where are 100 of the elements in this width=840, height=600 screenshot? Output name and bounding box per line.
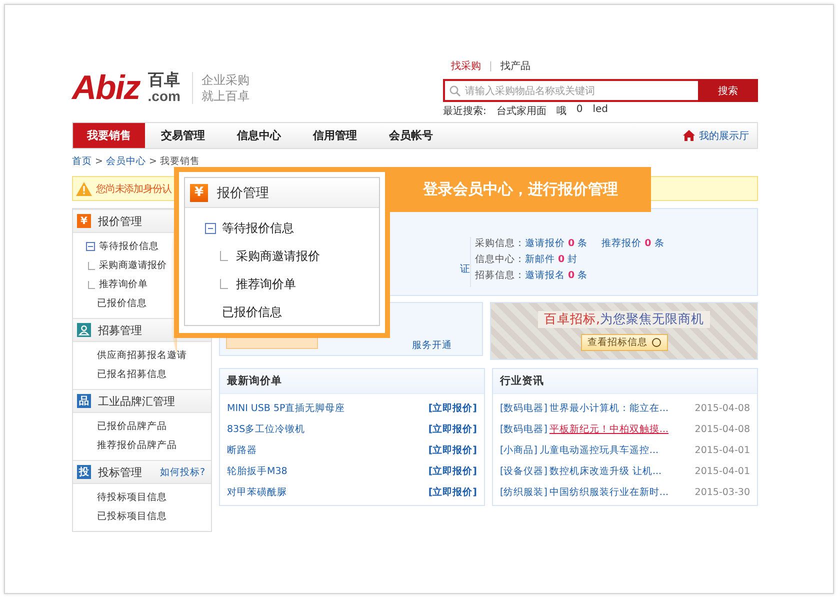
- menu-item[interactable]: 等待报价信息: [99, 240, 159, 253]
- menu-item[interactable]: 推荐询价单: [99, 278, 148, 291]
- tree-line-icon: [88, 262, 95, 270]
- news-category[interactable]: [小商品]: [500, 445, 538, 456]
- quote-link[interactable]: [立即报价]: [428, 423, 477, 436]
- stat-unit: 条: [578, 270, 588, 281]
- menu-item[interactable]: 推荐报价品牌产品: [97, 439, 177, 452]
- news-link[interactable]: 中国纺织服装行业在新时...: [549, 487, 668, 498]
- inquiry-link[interactable]: 83S多工位冷镦机: [227, 423, 306, 436]
- yen-icon: ¥: [190, 184, 208, 202]
- recent-search-link[interactable]: 哦: [556, 104, 566, 118]
- stat-link[interactable]: 邀请报名: [525, 270, 565, 281]
- stat-link[interactable]: 邀请报价: [525, 238, 565, 249]
- tree-line-icon: [88, 280, 95, 288]
- nav-tab[interactable]: 交易管理: [145, 123, 221, 148]
- quote-link[interactable]: [立即报价]: [428, 486, 477, 499]
- breadcrumb-separator: >: [148, 156, 157, 168]
- breadcrumb-current: 我要销售: [160, 156, 200, 168]
- search-tab[interactable]: 找产品: [500, 59, 530, 73]
- inquiry-link[interactable]: 对甲苯磺酰脲: [227, 486, 287, 499]
- stat-unit: 条: [578, 238, 588, 249]
- logo-name: 百卓: [148, 72, 180, 88]
- news-category[interactable]: [设备仪器]: [500, 466, 548, 477]
- collapse-icon[interactable]: [86, 242, 95, 251]
- menu-item[interactable]: 等待报价信息: [222, 220, 294, 236]
- search-icon: [449, 84, 461, 96]
- menu-item[interactable]: 采购商邀请报价: [236, 248, 320, 264]
- recent-search-link[interactable]: led: [592, 104, 608, 118]
- warning-text: 您尚未添加身份认: [96, 182, 172, 196]
- verification-link[interactable]: 证: [460, 262, 470, 276]
- view-tenders-button[interactable]: 查看招标信息: [580, 334, 668, 351]
- news-link[interactable]: 数控机床改造升级 让机...: [549, 466, 662, 477]
- stat-link[interactable]: 新邮件: [525, 254, 555, 265]
- section-title[interactable]: 工业品牌汇管理: [98, 394, 175, 408]
- nav-tab[interactable]: 我要销售: [73, 123, 145, 148]
- panel-title: 行业资讯: [500, 374, 544, 388]
- quote-link[interactable]: [立即报价]: [428, 444, 477, 457]
- panel-title: 最新询价单: [227, 374, 282, 388]
- breadcrumb-link[interactable]: 首页: [72, 156, 92, 168]
- news-category[interactable]: [纺织服装]: [500, 487, 548, 498]
- inquiry-link[interactable]: 轮胎扳手M38: [227, 465, 288, 478]
- breadcrumb-link[interactable]: 会员中心: [106, 156, 146, 168]
- stat-count: 0: [568, 270, 575, 281]
- section-icon: 投: [77, 465, 91, 479]
- tree-line-icon: [220, 279, 228, 289]
- inquiry-link[interactable]: 断路器: [227, 444, 257, 457]
- stat-count: 0: [644, 238, 652, 249]
- news-date: 2015-03-30: [694, 487, 750, 498]
- menu-item[interactable]: 供应商招募报名邀请: [97, 349, 187, 362]
- news-category[interactable]: [数码电器]: [500, 403, 548, 414]
- menu-item[interactable]: 待投标项目信息: [97, 491, 167, 504]
- menu-item[interactable]: 已报价品牌产品: [97, 420, 167, 433]
- help-link[interactable]: 如何投标?: [160, 466, 205, 478]
- recent-search-link[interactable]: 0: [576, 104, 583, 118]
- slogan-text: 企业采购: [201, 72, 250, 88]
- section-title[interactable]: 招募管理: [98, 322, 142, 338]
- search-tab[interactable]: 找采购: [451, 59, 481, 73]
- news-category[interactable]: [数码电器]: [500, 424, 548, 435]
- news-link[interactable]: 儿童电动遥控玩具车遥控...: [539, 445, 658, 456]
- service-link[interactable]: 服务开通: [412, 339, 452, 352]
- callout-banner: 登录会员中心，进行报价管理: [390, 167, 651, 212]
- stat-unit: 条: [654, 238, 664, 249]
- stat-unit: 封: [568, 254, 578, 265]
- menu-item[interactable]: 已报价信息: [222, 304, 282, 320]
- stat-link[interactable]: 推荐报价: [602, 238, 642, 249]
- news-link[interactable]: 平板新纪元！中柏双触摸...: [549, 424, 668, 435]
- recent-search-link[interactable]: 台式家用面: [496, 104, 546, 118]
- breadcrumb-separator: >: [95, 156, 103, 168]
- menu-item[interactable]: 已投标项目信息: [97, 510, 167, 523]
- logo-domain: .com: [148, 88, 180, 104]
- menu-item[interactable]: 已报价信息: [97, 297, 147, 310]
- nav-tab[interactable]: 信用管理: [297, 123, 373, 148]
- recent-search-label: 最近搜索:: [443, 104, 486, 118]
- stat-label: 信息中心：: [475, 253, 525, 266]
- news-date: 2015-04-08: [694, 424, 750, 435]
- quote-link[interactable]: [立即报价]: [428, 465, 477, 478]
- callout-title: 报价管理: [217, 184, 269, 202]
- collapse-icon[interactable]: [205, 222, 216, 234]
- stat-label: 招募信息：: [475, 269, 525, 282]
- section-title[interactable]: 报价管理: [98, 214, 142, 228]
- section-icon: ¥: [77, 214, 91, 228]
- inquiry-link[interactable]: MINI USB 5P直插无脚母座: [227, 402, 346, 415]
- menu-item[interactable]: 已报名招募信息: [97, 368, 167, 381]
- stat-count: 0: [568, 238, 575, 249]
- section-title[interactable]: 投标管理: [98, 464, 142, 480]
- menu-item[interactable]: 采购商邀请报价: [99, 259, 167, 272]
- tree-line-icon: [220, 251, 228, 261]
- nav-tab[interactable]: 信息中心: [221, 123, 297, 148]
- stat-count: 0: [558, 254, 565, 265]
- menu-item[interactable]: 推荐询价单: [236, 276, 296, 292]
- nav-tab[interactable]: 会员帐号: [373, 123, 449, 148]
- news-date: 2015-04-01: [694, 466, 750, 477]
- showroom-link[interactable]: 我的展示厅: [699, 128, 749, 142]
- search-button[interactable]: 搜索: [698, 79, 758, 102]
- quote-link[interactable]: [立即报价]: [428, 402, 477, 415]
- news-link[interactable]: 世界最小计算机：能立在...: [549, 403, 668, 414]
- stat-label: 采购信息：: [475, 237, 525, 250]
- warning-icon: [76, 182, 92, 196]
- slogan-text: 就上百卓: [201, 88, 250, 104]
- logo-mark[interactable]: Abiz: [72, 71, 140, 105]
